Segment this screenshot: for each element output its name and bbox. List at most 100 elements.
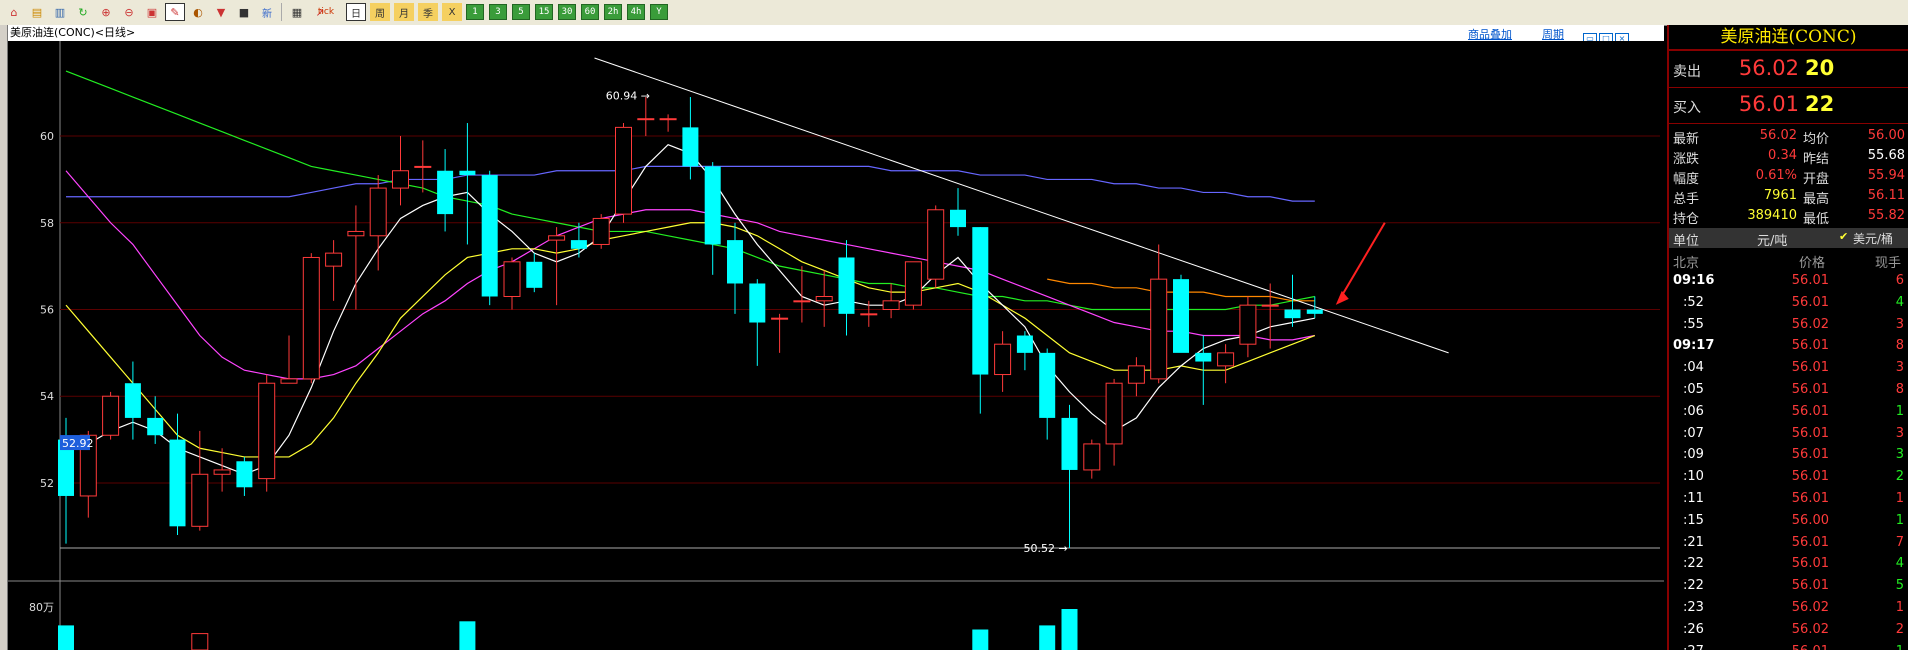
candle-body — [526, 261, 543, 288]
table-icon[interactable]: ▦ — [287, 3, 307, 21]
tick-volume: 7 — [1895, 534, 1904, 550]
period-button-2h[interactable]: 2h — [604, 4, 622, 20]
tick-row: :55 56.02 3 — [1669, 315, 1908, 335]
window-icon[interactable]: ▣ — [142, 3, 162, 21]
volume-bar — [972, 629, 989, 650]
chart-background — [8, 41, 1664, 650]
y-tick-label: 58 — [40, 217, 54, 230]
candle-body — [927, 209, 945, 280]
zoom-in-icon[interactable]: ⊕ — [96, 3, 116, 21]
tick-row: :10 56.01 2 — [1669, 467, 1908, 487]
pen-icon[interactable]: ✎ — [165, 3, 185, 21]
stat-value: 0.34 — [1768, 148, 1797, 163]
candle-body — [1083, 443, 1101, 471]
title-underline — [1669, 49, 1908, 51]
period-button-60[interactable]: 60 — [581, 4, 599, 20]
tick-volume: 6 — [1895, 273, 1904, 288]
refresh-icon[interactable]: ↻ — [73, 3, 93, 21]
tick-volume: 2 — [1895, 621, 1904, 637]
tick-row: 09:17 56.01 8 — [1669, 336, 1908, 356]
y-tick-label: 56 — [40, 304, 54, 317]
tick-row: :07 56.01 3 — [1669, 424, 1908, 444]
vol-axis-label: 80万 — [29, 601, 54, 614]
candle — [592, 214, 610, 249]
period-button-Y[interactable]: Y — [650, 4, 668, 20]
bid-quote-price: 56.01 — [1738, 92, 1799, 116]
season-period-button[interactable]: 季 — [418, 3, 438, 21]
candle-body — [1239, 304, 1257, 345]
stat-label: 总手 — [1673, 192, 1700, 207]
volume-bar — [459, 621, 476, 650]
unit-cny[interactable]: 元/吨 — [1757, 230, 1787, 249]
tick-time: :55 — [1683, 316, 1704, 332]
ticks-header-price: 价格 — [1799, 256, 1826, 271]
stat-row: 最新 56.02 均价 56.00 — [1669, 126, 1908, 147]
month-period-button[interactable]: 月 — [394, 3, 414, 21]
candle — [904, 261, 922, 310]
high-label: 60.94 → — [606, 89, 650, 102]
tick-price: 56.01 — [1791, 447, 1829, 463]
candle-body — [637, 118, 655, 121]
candle-body — [1217, 352, 1235, 367]
news-icon[interactable]: ■ — [234, 3, 254, 21]
period-button-30[interactable]: 30 — [558, 4, 576, 20]
candle-body — [815, 295, 833, 302]
tick-price: 56.01 — [1759, 644, 1829, 650]
y-tick-label: 52 — [40, 477, 54, 490]
candle-body — [615, 126, 632, 215]
stat-value: 56.00 — [1867, 128, 1905, 143]
folder-icon[interactable]: ▤ — [27, 3, 47, 21]
tick-row: :05 56.01 8 — [1669, 380, 1908, 400]
candle — [258, 374, 276, 492]
kline-chart[interactable]: 美原油连(CONC)<日线> 商品叠加周期 ▭□× KMA5:55.79MA10… — [8, 25, 1664, 650]
stat-label: 开盘 — [1803, 172, 1830, 187]
tick-row: :09 56.01 3 — [1669, 445, 1908, 465]
left-scrollbar[interactable] — [0, 25, 8, 650]
tick-volume: 1 — [1895, 403, 1904, 419]
home-icon[interactable]: ⌂ — [4, 3, 24, 21]
volume-bar — [191, 633, 209, 650]
candle-body — [481, 175, 498, 297]
candle-body — [838, 257, 855, 314]
multi-period-button[interactable]: X — [442, 3, 462, 21]
chart-icon[interactable]: ▥ — [50, 3, 70, 21]
candle-body — [102, 395, 120, 436]
tick-button[interactable]: tick — [316, 3, 336, 21]
candle-body — [994, 343, 1012, 376]
paint-icon[interactable]: ◐ — [188, 3, 208, 21]
candle — [1173, 274, 1189, 353]
period-button-15[interactable]: 15 — [535, 4, 553, 20]
candle-body — [592, 217, 610, 245]
day-period-button[interactable]: 日 — [346, 3, 366, 21]
news-button[interactable]: 新 — [257, 3, 277, 21]
filter-icon[interactable]: ▼ — [211, 3, 231, 21]
period-button-1[interactable]: 1 — [466, 4, 484, 20]
unit-usd[interactable]: 美元/桶 — [1853, 230, 1893, 247]
unit-label: 单位 — [1673, 234, 1700, 249]
tick-price: 56.01 — [1791, 491, 1829, 506]
period-button-5[interactable]: 5 — [512, 4, 530, 20]
tick-time: 09:17 — [1673, 338, 1715, 354]
period-button-4h[interactable]: 4h — [627, 4, 645, 20]
stat-label: 幅度 — [1673, 172, 1700, 187]
week-period-button[interactable]: 周 — [370, 3, 390, 21]
stat-value: 56.02 — [1759, 128, 1797, 143]
candle-body — [704, 166, 721, 245]
volume-bar — [1061, 609, 1078, 650]
candle-body — [1284, 309, 1301, 319]
candle-body — [570, 240, 587, 249]
tick-price: 56.01 — [1791, 273, 1829, 288]
tick-time: :11 — [1683, 491, 1704, 506]
stat-value: 56.11 — [1867, 188, 1905, 203]
candle-body — [682, 127, 699, 167]
tick-row: :06 56.01 1 — [1669, 402, 1908, 422]
candle-body — [124, 383, 141, 418]
stat-row: 涨跌 0.34 昨结 55.68 — [1669, 146, 1908, 167]
period-button-3[interactable]: 3 — [489, 4, 507, 20]
candle-body — [236, 461, 253, 488]
stat-value: 7961 — [1763, 188, 1797, 203]
tick-volume: 1 — [1895, 600, 1904, 615]
zoom-out-icon[interactable]: ⊖ — [119, 3, 139, 21]
candle-body — [169, 439, 186, 527]
candle-body — [503, 261, 521, 297]
